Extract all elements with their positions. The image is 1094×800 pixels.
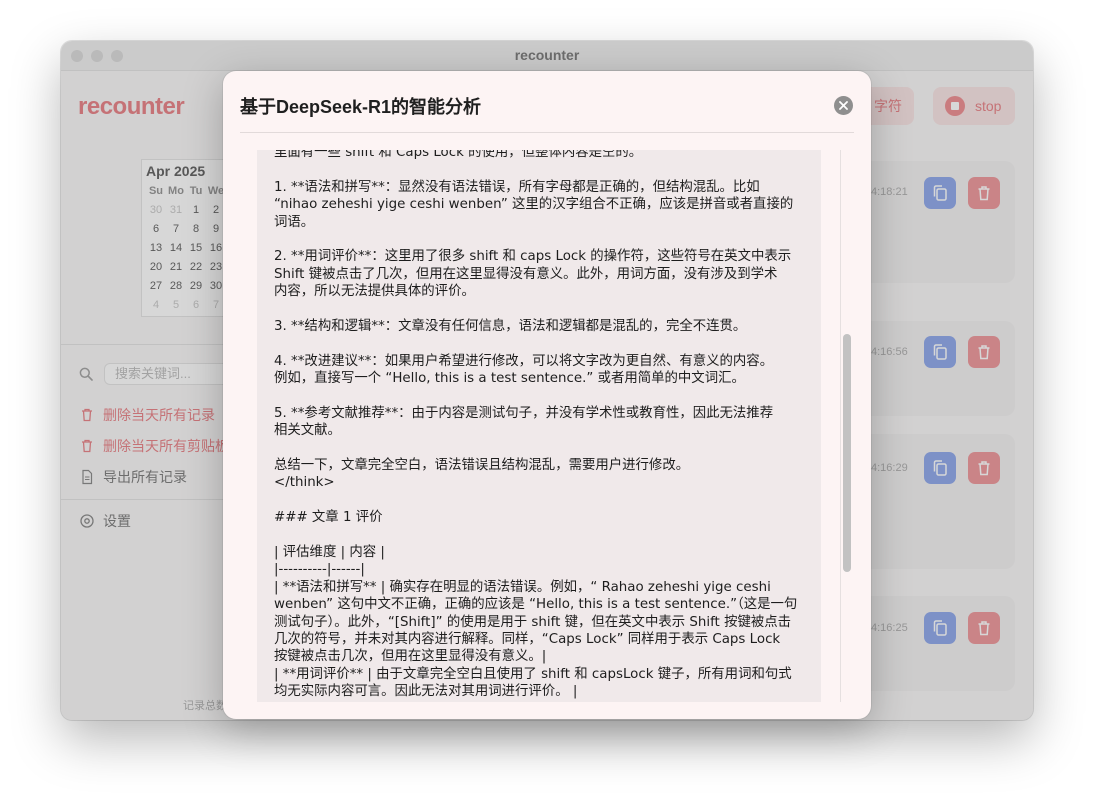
analysis-line xyxy=(274,161,810,178)
analysis-line: 内容，所以无法提供具体的评价。 xyxy=(274,284,475,300)
analysis-line xyxy=(274,231,810,248)
analysis-line: |----------|------| xyxy=(274,562,365,578)
analysis-line: </think> xyxy=(274,475,335,491)
analysis-line: 3. **结构和逻辑**：文章没有任何信息，语法和逻辑都是混乱的，完全不连贯。 xyxy=(274,318,747,334)
analysis-line: 相关文献。 xyxy=(274,423,341,439)
analysis-line: 里面有一些 shift 和 Caps Lock 的使用，但整体内容是空的。 xyxy=(274,150,643,160)
analysis-line xyxy=(274,527,810,544)
analysis-line: 词语。 xyxy=(274,214,315,230)
analysis-line xyxy=(274,492,810,509)
analysis-line: 例如，直接写一个 “Hello, this is a test sentence… xyxy=(274,371,745,387)
dialog-title: 基于DeepSeek-R1的智能分析 xyxy=(240,97,482,117)
analysis-text: 里面有一些 shift 和 Caps Lock 的使用，但整体内容是空的。 1. … xyxy=(274,150,810,701)
analysis-line: 测试句子）。此外，“[Shift]” 的使用是用于 shift 键，但在英文中表… xyxy=(274,614,792,630)
analysis-line: | **用词评价** | 由于文章完全空白且使用了 shift 和 capsLo… xyxy=(274,666,792,682)
analysis-line: | **语法和拼写** | 确实存在明显的语法错误。例如，“ Rahao zeh… xyxy=(274,579,771,595)
dialog-divider xyxy=(240,132,854,133)
close-icon xyxy=(839,101,848,110)
analysis-line xyxy=(274,387,810,404)
analysis-line: 1. **语法和拼写**：显然没有语法错误，所有字母都是正确的，但结构混乱。比如 xyxy=(274,179,760,195)
analysis-line: 总结一下，文章完全空白，语法错误且结构混乱，需要用户进行修改。 xyxy=(274,458,690,474)
analysis-line: 几次的符号，并未对其内容进行解释。同样，“Caps Lock” 同样用于表示 C… xyxy=(274,631,781,647)
analysis-line: “nihao zeheshi yige ceshi wenben” 这里的汉字组… xyxy=(274,197,794,213)
analysis-line: ### 文章 1 评价 xyxy=(274,510,383,526)
analysis-line: Shift 键被点击了几次，但用在这里显得没有意义。此外，用词方面，没有涉及到学… xyxy=(274,266,778,282)
analysis-line: 2. **用词评价**：这里用了很多 shift 和 caps Lock 的操作… xyxy=(274,249,792,265)
analysis-line xyxy=(274,335,810,352)
analysis-dialog: 基于DeepSeek-R1的智能分析 里面有一些 shift 和 Caps Lo… xyxy=(223,71,871,719)
analysis-line xyxy=(274,301,810,318)
analysis-line: 按键被点击几次，但用在这里显得没有意义。| xyxy=(274,649,547,665)
analysis-line: 4. **改进建议**：如果用户希望进行修改，可以将文字改为更自然、有意义的内容… xyxy=(274,353,774,369)
analysis-line xyxy=(274,440,810,457)
dialog-close-button[interactable] xyxy=(834,96,853,115)
analysis-line: 均无实际内容可言。因此无法对其用词进行评价。 | xyxy=(274,684,578,700)
analysis-line: 5. **参考文献推荐**：由于内容是测试句子，并没有学术性或教育性，因此无法推… xyxy=(274,405,774,421)
scrollbar-thumb[interactable] xyxy=(843,334,851,572)
analysis-line: wenben” 这句中文不正确，正确的应该是 “Hello, this is a… xyxy=(274,597,798,613)
analysis-content[interactable]: 里面有一些 shift 和 Caps Lock 的使用，但整体内容是空的。 1. … xyxy=(257,150,821,702)
analysis-line: | 评估维度 | 内容 | xyxy=(274,544,385,560)
